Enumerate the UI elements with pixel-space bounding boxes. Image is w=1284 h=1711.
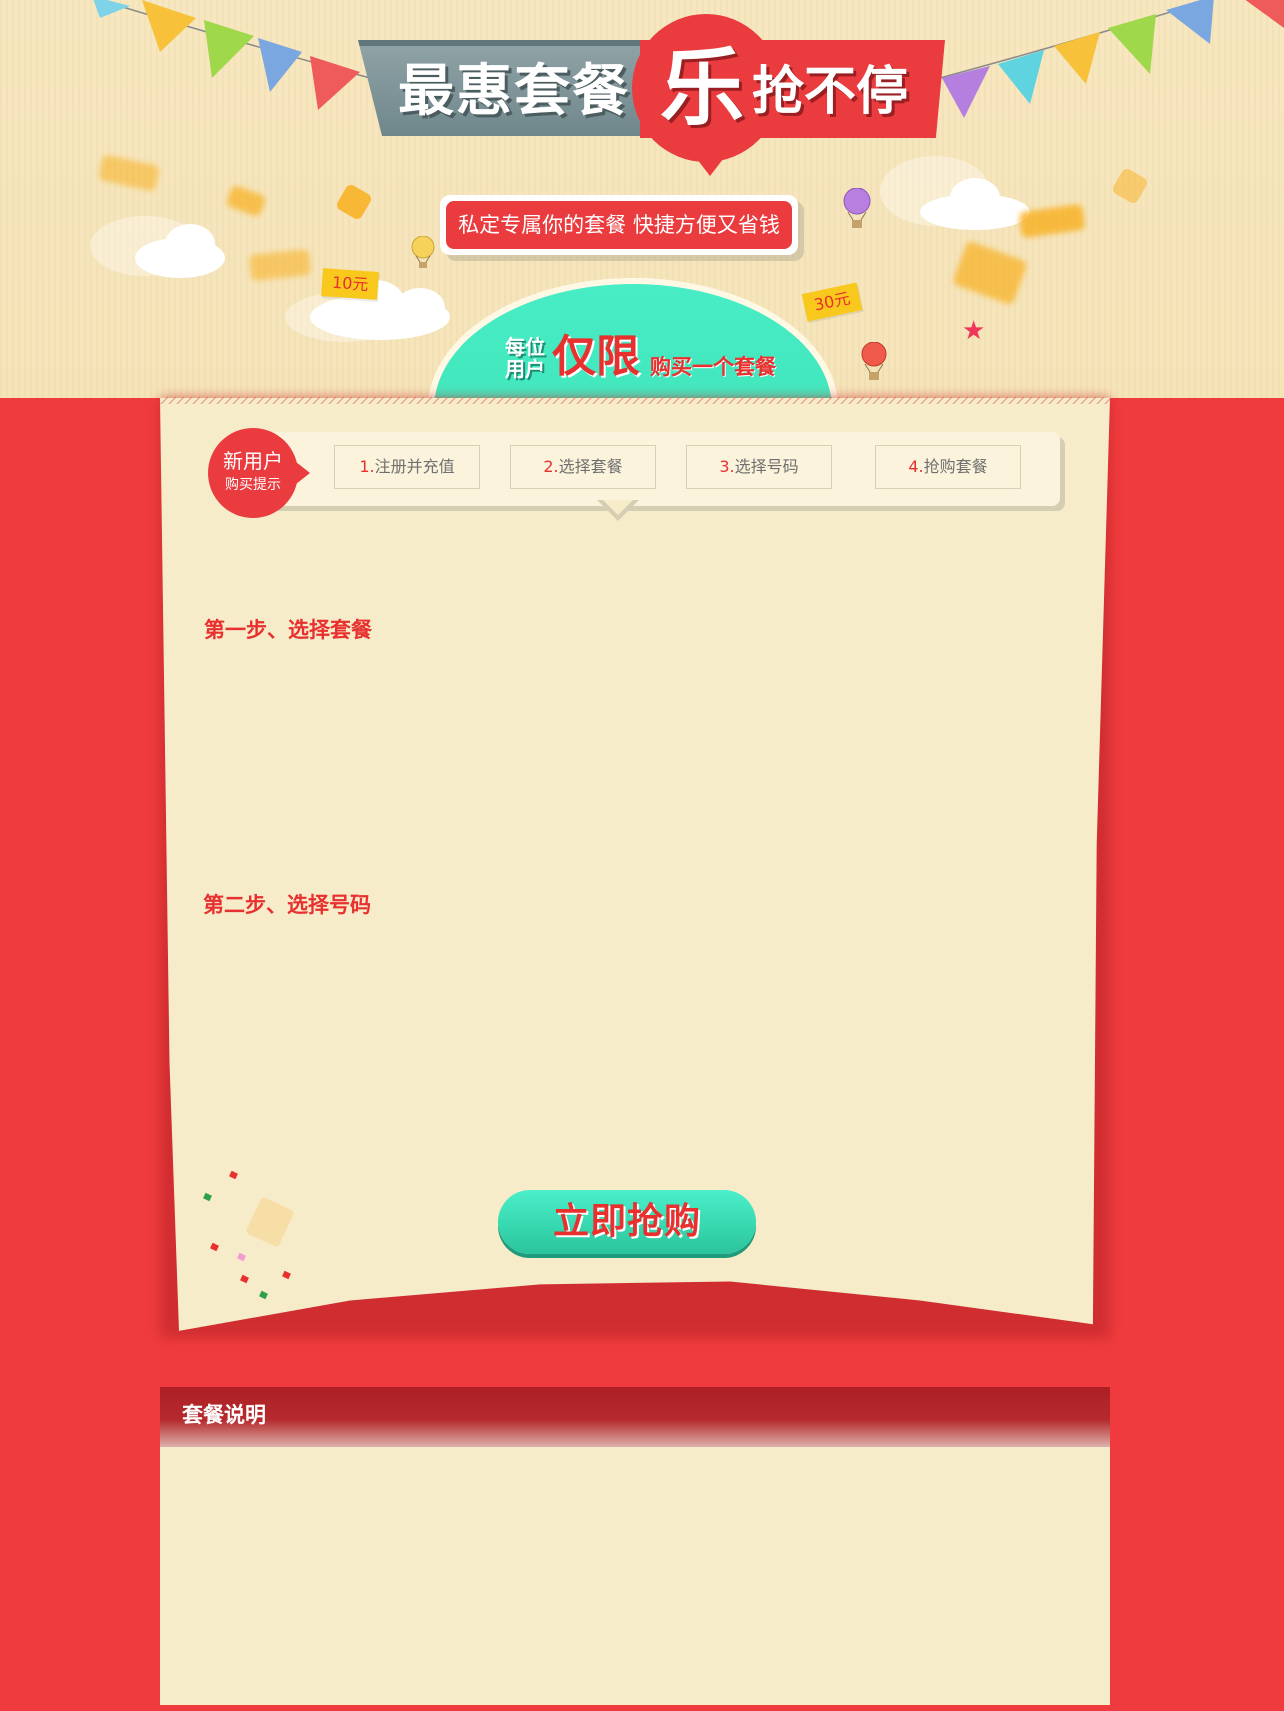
plan-description-title: 套餐说明 xyxy=(182,1403,266,1427)
limit-notice-tail-text: 购买一个套餐 xyxy=(650,355,776,379)
title-bubble-pointer xyxy=(690,150,730,176)
step-item-buy-plan[interactable]: 4.抢购套餐 xyxy=(875,445,1021,489)
limit-notice-line1: 每位 xyxy=(505,335,545,359)
hot-air-balloon-icon xyxy=(411,236,435,268)
card-zigzag-edge xyxy=(160,396,1110,404)
sim-card-decoration xyxy=(334,182,374,222)
step-number: 3. xyxy=(719,457,735,476)
limit-notice-small-text: 每位 用户 xyxy=(505,336,545,380)
sim-card-decoration xyxy=(1110,166,1150,206)
step-label: 选择套餐 xyxy=(558,457,623,476)
promo-banner: ★ 10元 30元 最惠套餐 乐 抢不停 私定专属你的套餐 快捷方便又省钱 每位… xyxy=(0,0,1284,398)
slogan-banner: 私定专属你的套餐 快捷方便又省钱 xyxy=(440,195,798,255)
step-item-choose-plan[interactable]: 2.选择套餐 xyxy=(510,445,656,489)
title-right-text: 抢不停 xyxy=(752,62,909,122)
limit-notice-big-text: 仅限 xyxy=(552,331,640,382)
blurred-ticket-decoration xyxy=(97,154,161,192)
step-label: 选择号码 xyxy=(734,457,799,476)
step-item-register[interactable]: 1.注册并充值 xyxy=(334,445,480,489)
limit-notice-line2: 用户 xyxy=(505,357,545,381)
new-user-hint-sub: 购买提示 xyxy=(225,477,281,493)
step-number: 2. xyxy=(543,457,559,476)
hot-air-balloon-icon xyxy=(861,342,887,380)
title-big-char: 乐 xyxy=(660,39,745,137)
section-title-step1: 第一步、选择套餐 xyxy=(204,618,372,642)
ticket-10-yuan-label: 10元 xyxy=(331,272,370,295)
step-label: 抢购套餐 xyxy=(923,457,988,476)
title-left-plate: 最惠套餐 xyxy=(358,40,658,136)
section-title-step2: 第二步、选择号码 xyxy=(203,893,371,917)
title-left-text: 最惠套餐 xyxy=(398,59,630,124)
blurred-ticket-decoration xyxy=(248,248,312,282)
step-number: 4. xyxy=(908,457,924,476)
steps-bar-pointer-inner xyxy=(603,500,633,515)
ticket-30-yuan-badge: 30元 xyxy=(801,282,863,322)
star-icon: ★ xyxy=(962,316,986,346)
ticket-10-yuan-badge: 10元 xyxy=(321,268,380,300)
ticket-30-yuan-label: 30元 xyxy=(812,288,852,315)
step-number: 1. xyxy=(359,457,375,476)
step-label: 注册并充值 xyxy=(374,457,455,476)
hot-air-balloon-icon xyxy=(843,188,871,228)
plan-description-header: 套餐说明 xyxy=(160,1387,1110,1447)
step-item-choose-number[interactable]: 3.选择号码 xyxy=(686,445,832,489)
slogan-text: 私定专属你的套餐 快捷方便又省钱 xyxy=(446,201,792,249)
blurred-ticket-decoration xyxy=(225,184,267,218)
buy-now-label: 立即抢购 xyxy=(552,1201,701,1242)
buy-now-button[interactable]: 立即抢购 xyxy=(498,1190,756,1254)
blurred-ticket-decoration xyxy=(952,240,1028,306)
new-user-hint-badge: 新用户 购买提示 xyxy=(208,428,310,518)
new-user-hint-main: 新用户 xyxy=(223,449,283,473)
